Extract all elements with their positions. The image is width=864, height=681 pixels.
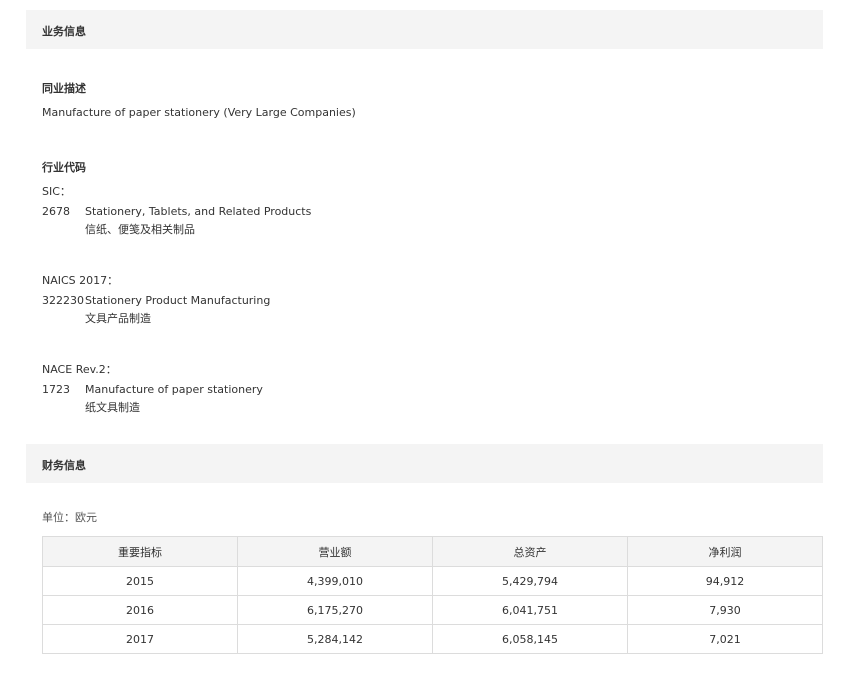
column-header: 总资产	[432, 536, 628, 567]
peer-description-title: 同业描述	[42, 82, 86, 95]
financial-info-header: 财务信息	[26, 444, 823, 483]
table-cell: 94,912	[627, 566, 823, 596]
financial-table: 重要指标 营业额 总资产 净利润 2015 4,399,010 5,429,79…	[42, 536, 823, 654]
sic-code: 2678	[42, 205, 70, 218]
table-cell: 7,021	[627, 624, 823, 654]
table-header-row: 重要指标 营业额 总资产 净利润	[42, 536, 823, 567]
table-cell: 2016	[42, 595, 238, 625]
sic-description-zh: 信纸、便笺及相关制品	[85, 223, 195, 236]
currency-unit: 单位：欧元	[42, 511, 97, 524]
financial-info-title: 财务信息	[42, 459, 86, 472]
table-cell: 5,284,142	[237, 624, 433, 654]
nace-code: 1723	[42, 383, 70, 396]
table-cell: 7,930	[627, 595, 823, 625]
table-cell: 6,058,145	[432, 624, 628, 654]
table-cell: 4,399,010	[237, 566, 433, 596]
table-row: 2017 5,284,142 6,058,145 7,021	[42, 624, 823, 654]
naics-description-zh: 文具产品制造	[85, 312, 151, 325]
business-info-header: 业务信息	[26, 10, 823, 49]
industry-code-title: 行业代码	[42, 161, 86, 174]
business-info-title: 业务信息	[42, 25, 86, 38]
table-cell: 5,429,794	[432, 566, 628, 596]
naics-description-en: Stationery Product Manufacturing	[85, 294, 271, 307]
nace-description-zh: 纸文具制造	[85, 401, 140, 414]
table-row: 2015 4,399,010 5,429,794 94,912	[42, 566, 823, 596]
sic-description-en: Stationery, Tablets, and Related Product…	[85, 205, 312, 218]
nace-description-en: Manufacture of paper stationery	[85, 383, 263, 396]
column-header: 重要指标	[42, 536, 238, 567]
table-row: 2016 6,175,270 6,041,751 7,930	[42, 595, 823, 625]
peer-description-text: Manufacture of paper stationery (Very La…	[42, 106, 356, 119]
sic-label: SIC：	[42, 185, 71, 198]
nace-label: NACE Rev.2：	[42, 363, 117, 376]
column-header: 净利润	[627, 536, 823, 567]
column-header: 营业额	[237, 536, 433, 567]
table-cell: 6,175,270	[237, 595, 433, 625]
naics-label: NAICS 2017：	[42, 274, 119, 287]
table-cell: 2015	[42, 566, 238, 596]
naics-code: 322230	[42, 294, 84, 307]
table-cell: 2017	[42, 624, 238, 654]
table-cell: 6,041,751	[432, 595, 628, 625]
